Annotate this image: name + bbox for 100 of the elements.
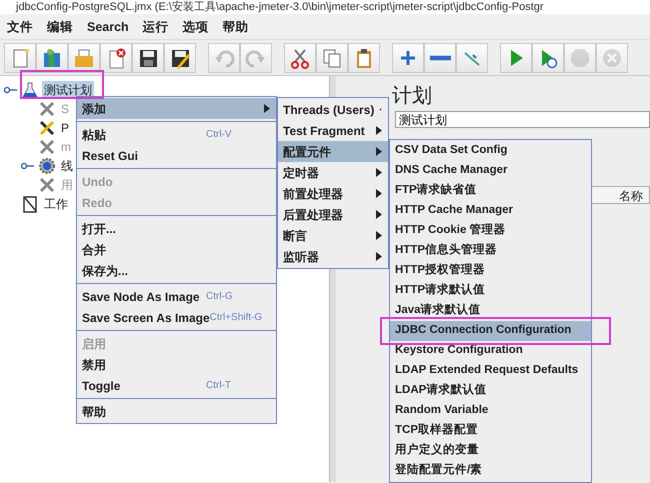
menu-item[interactable]: LDAP请求默认值 (390, 381, 591, 401)
shortcut-label: Ctrl+Shift-G (210, 311, 264, 325)
menu-item[interactable]: HTTP Cache Manager (390, 201, 591, 221)
menu-item[interactable]: Random Variable (390, 401, 591, 421)
menu-item-label: Reset Gui (82, 148, 140, 164)
menu-item[interactable]: 后置处理器 (278, 204, 388, 225)
menu-item[interactable]: HTTP信息头管理器 (390, 241, 591, 261)
menu-item[interactable]: 保存为... (77, 260, 276, 281)
x-circle-icon (601, 47, 623, 69)
page-button[interactable] (4, 43, 36, 73)
menu-item[interactable]: FTP请求缺省值 (390, 181, 591, 201)
menu-item[interactable]: Java请求默认值 (390, 301, 591, 321)
menu-item-label: Save Node As Image (82, 288, 201, 306)
plus-button[interactable] (392, 43, 424, 73)
gear-icon (38, 156, 56, 174)
menu-item[interactable]: JDBC Connection Configuration (390, 321, 591, 341)
submenu-arrow-icon (376, 231, 382, 240)
shortcut-label: Ctrl-T (206, 379, 232, 393)
menu-item[interactable]: Keystore Configuration (390, 341, 591, 361)
folder-icon (73, 47, 95, 69)
menu-item-label: Redo (82, 194, 113, 212)
document-close-button[interactable] (100, 43, 132, 73)
menu-item-label: 前置处理器 (283, 186, 344, 202)
menu-item[interactable]: Threads (Users) (278, 99, 388, 120)
menu-item-label: 粘贴 (82, 126, 107, 144)
menu-item-label: 添加 (82, 100, 107, 118)
menu-item-label: 定时器 (283, 164, 320, 182)
menu-item[interactable]: 编辑 (40, 14, 80, 39)
floppy-pencil-icon (169, 47, 191, 69)
tree-node[interactable]: 测试计划 (42, 80, 94, 98)
menu-item[interactable]: 运行 (136, 14, 176, 39)
floppy-disk-button[interactable] (132, 43, 164, 73)
copy-pages-icon (321, 47, 343, 69)
menu-item[interactable]: 文件 (0, 14, 40, 39)
menu-item[interactable]: 帮助 (216, 14, 256, 39)
menu-item[interactable]: Test Fragment (278, 120, 388, 141)
menu-item-label: 断言 (283, 228, 308, 244)
wand-button[interactable] (456, 43, 488, 73)
submenu-arrow-icon (376, 252, 382, 261)
menu-item[interactable]: Toggle Ctrl-T (77, 375, 276, 396)
submenu-arrow-icon (376, 189, 382, 198)
menu-item[interactable]: 前置处理器 (278, 183, 388, 204)
menu-item-label: Undo (82, 174, 114, 190)
menu-item[interactable]: 定时器 (278, 162, 388, 183)
menu-item[interactable]: DNS Cache Manager (390, 161, 591, 181)
folder-button[interactable] (68, 43, 100, 73)
menu-item[interactable]: 监听器 (278, 246, 388, 267)
submenu-arrow-icon (376, 168, 382, 177)
tree-node[interactable]: 线 (59, 156, 75, 174)
menu-item[interactable]: 粘贴 Ctrl-V (77, 124, 276, 145)
submenu-arrow-icon (376, 126, 382, 135)
scissors-button[interactable] (284, 43, 316, 73)
menu-item[interactable]: 用户定义的变量 (390, 441, 591, 461)
menu-item-label: 后置处理器 (283, 206, 344, 224)
shortcut-label: Ctrl-G (206, 290, 234, 304)
menu-item-label: Test Fragment (283, 122, 366, 140)
play-button[interactable] (500, 43, 532, 73)
menu-item[interactable]: TCP取样器配置 (390, 421, 591, 441)
menu-item-label: 配置元件 (283, 144, 332, 160)
panel-heading: 计划 (391, 84, 433, 108)
menu-item[interactable]: HTTP Cookie 管理器 (390, 221, 591, 241)
minus-icon (430, 55, 450, 61)
scissors-icon (289, 47, 311, 69)
menu-item[interactable]: 选项 (176, 14, 216, 39)
tree-node[interactable]: P (59, 118, 72, 136)
play-clock-button[interactable] (532, 43, 564, 73)
menu-item-label: Threads (Users) (283, 102, 374, 118)
menu-item-label: 合并 (82, 242, 107, 258)
menu-item[interactable]: 帮助 (77, 401, 276, 422)
flask-icon (21, 80, 39, 98)
menu-item[interactable]: Search (80, 14, 136, 39)
menu-item-label: 禁用 (82, 356, 107, 374)
menu-item[interactable]: HTTP请求默认值 (390, 281, 591, 301)
menu-item[interactable]: 断言 (278, 225, 388, 246)
name-field[interactable]: 测试计划 (395, 111, 650, 128)
tree-node[interactable]: 工作 (42, 194, 70, 212)
menu-item[interactable]: Save Node As Image Ctrl-G (77, 286, 276, 307)
menu-item[interactable]: CSV Data Set Config (390, 141, 591, 161)
expand-handle[interactable] (21, 160, 35, 170)
submenu-arrow-icon (376, 147, 382, 156)
menu-item-label: Save Screen As Image (82, 310, 210, 326)
menu-item[interactable]: 禁用 (77, 354, 276, 375)
menu-item[interactable]: 打开... (77, 218, 276, 239)
clipboard-button[interactable] (348, 43, 380, 73)
menu-item[interactable]: 合并 (77, 239, 276, 260)
menu-item[interactable]: 登陆配置元件/素 (390, 461, 591, 481)
menu-item[interactable]: 添加 (77, 98, 276, 119)
menu-item[interactable]: Reset Gui (77, 145, 276, 166)
menu-item-label: 监听器 (283, 248, 320, 266)
stop-sign-icon (569, 47, 591, 69)
floppy-pencil-button[interactable] (164, 43, 196, 73)
menu-item[interactable]: Save Screen As ImageCtrl+Shift-G (77, 307, 276, 328)
menu-item-label: 帮助 (82, 404, 107, 420)
expand-handle[interactable] (4, 84, 18, 94)
minus-button[interactable] (424, 43, 456, 73)
menu-item[interactable]: LDAP Extended Request Defaults (390, 361, 591, 381)
copy-pages-button[interactable] (316, 43, 348, 73)
menu-item[interactable]: 配置元件 (278, 141, 388, 162)
menu-item[interactable]: HTTP授权管理器 (390, 261, 591, 281)
menu-item-label: 保存为... (82, 262, 130, 280)
